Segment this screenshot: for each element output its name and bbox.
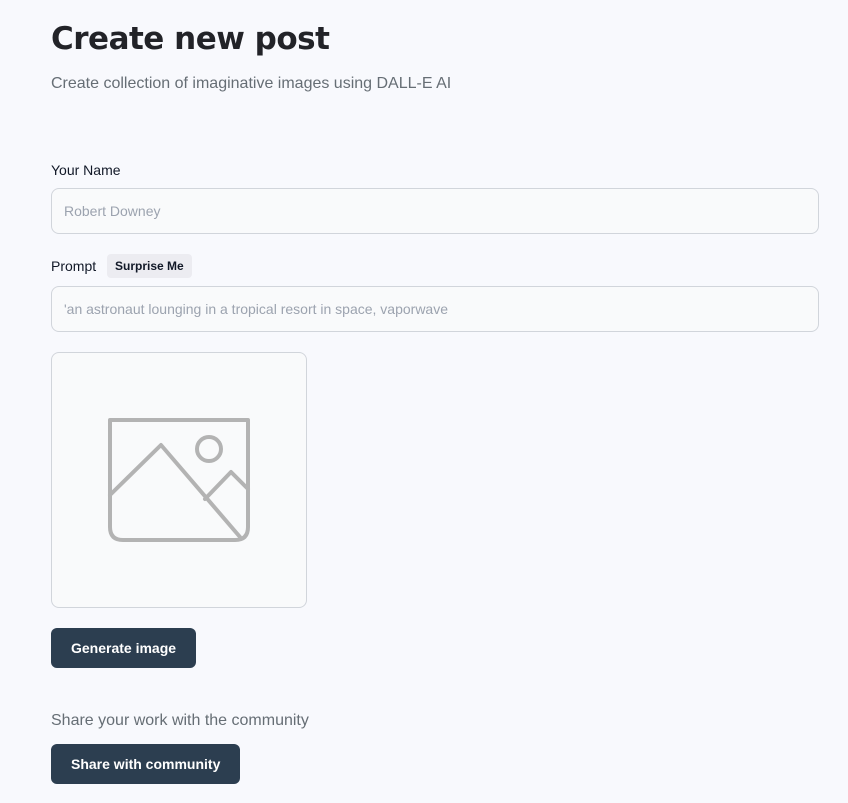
prompt-input[interactable] xyxy=(51,286,819,332)
image-preview xyxy=(51,352,307,608)
prompt-label: Prompt xyxy=(51,258,97,274)
page-title: Create new post xyxy=(51,21,330,57)
surprise-me-button[interactable]: Surprise Me xyxy=(107,254,192,278)
name-input[interactable] xyxy=(51,188,819,234)
share-community-button[interactable]: Share with community xyxy=(51,744,241,784)
generate-image-button[interactable]: Generate image xyxy=(51,628,197,668)
page-subtitle: Create collection of imaginative images … xyxy=(51,75,452,92)
image-placeholder-icon xyxy=(108,418,250,542)
name-label: Your Name xyxy=(51,162,121,178)
share-description: Share your work with the community xyxy=(51,712,309,729)
